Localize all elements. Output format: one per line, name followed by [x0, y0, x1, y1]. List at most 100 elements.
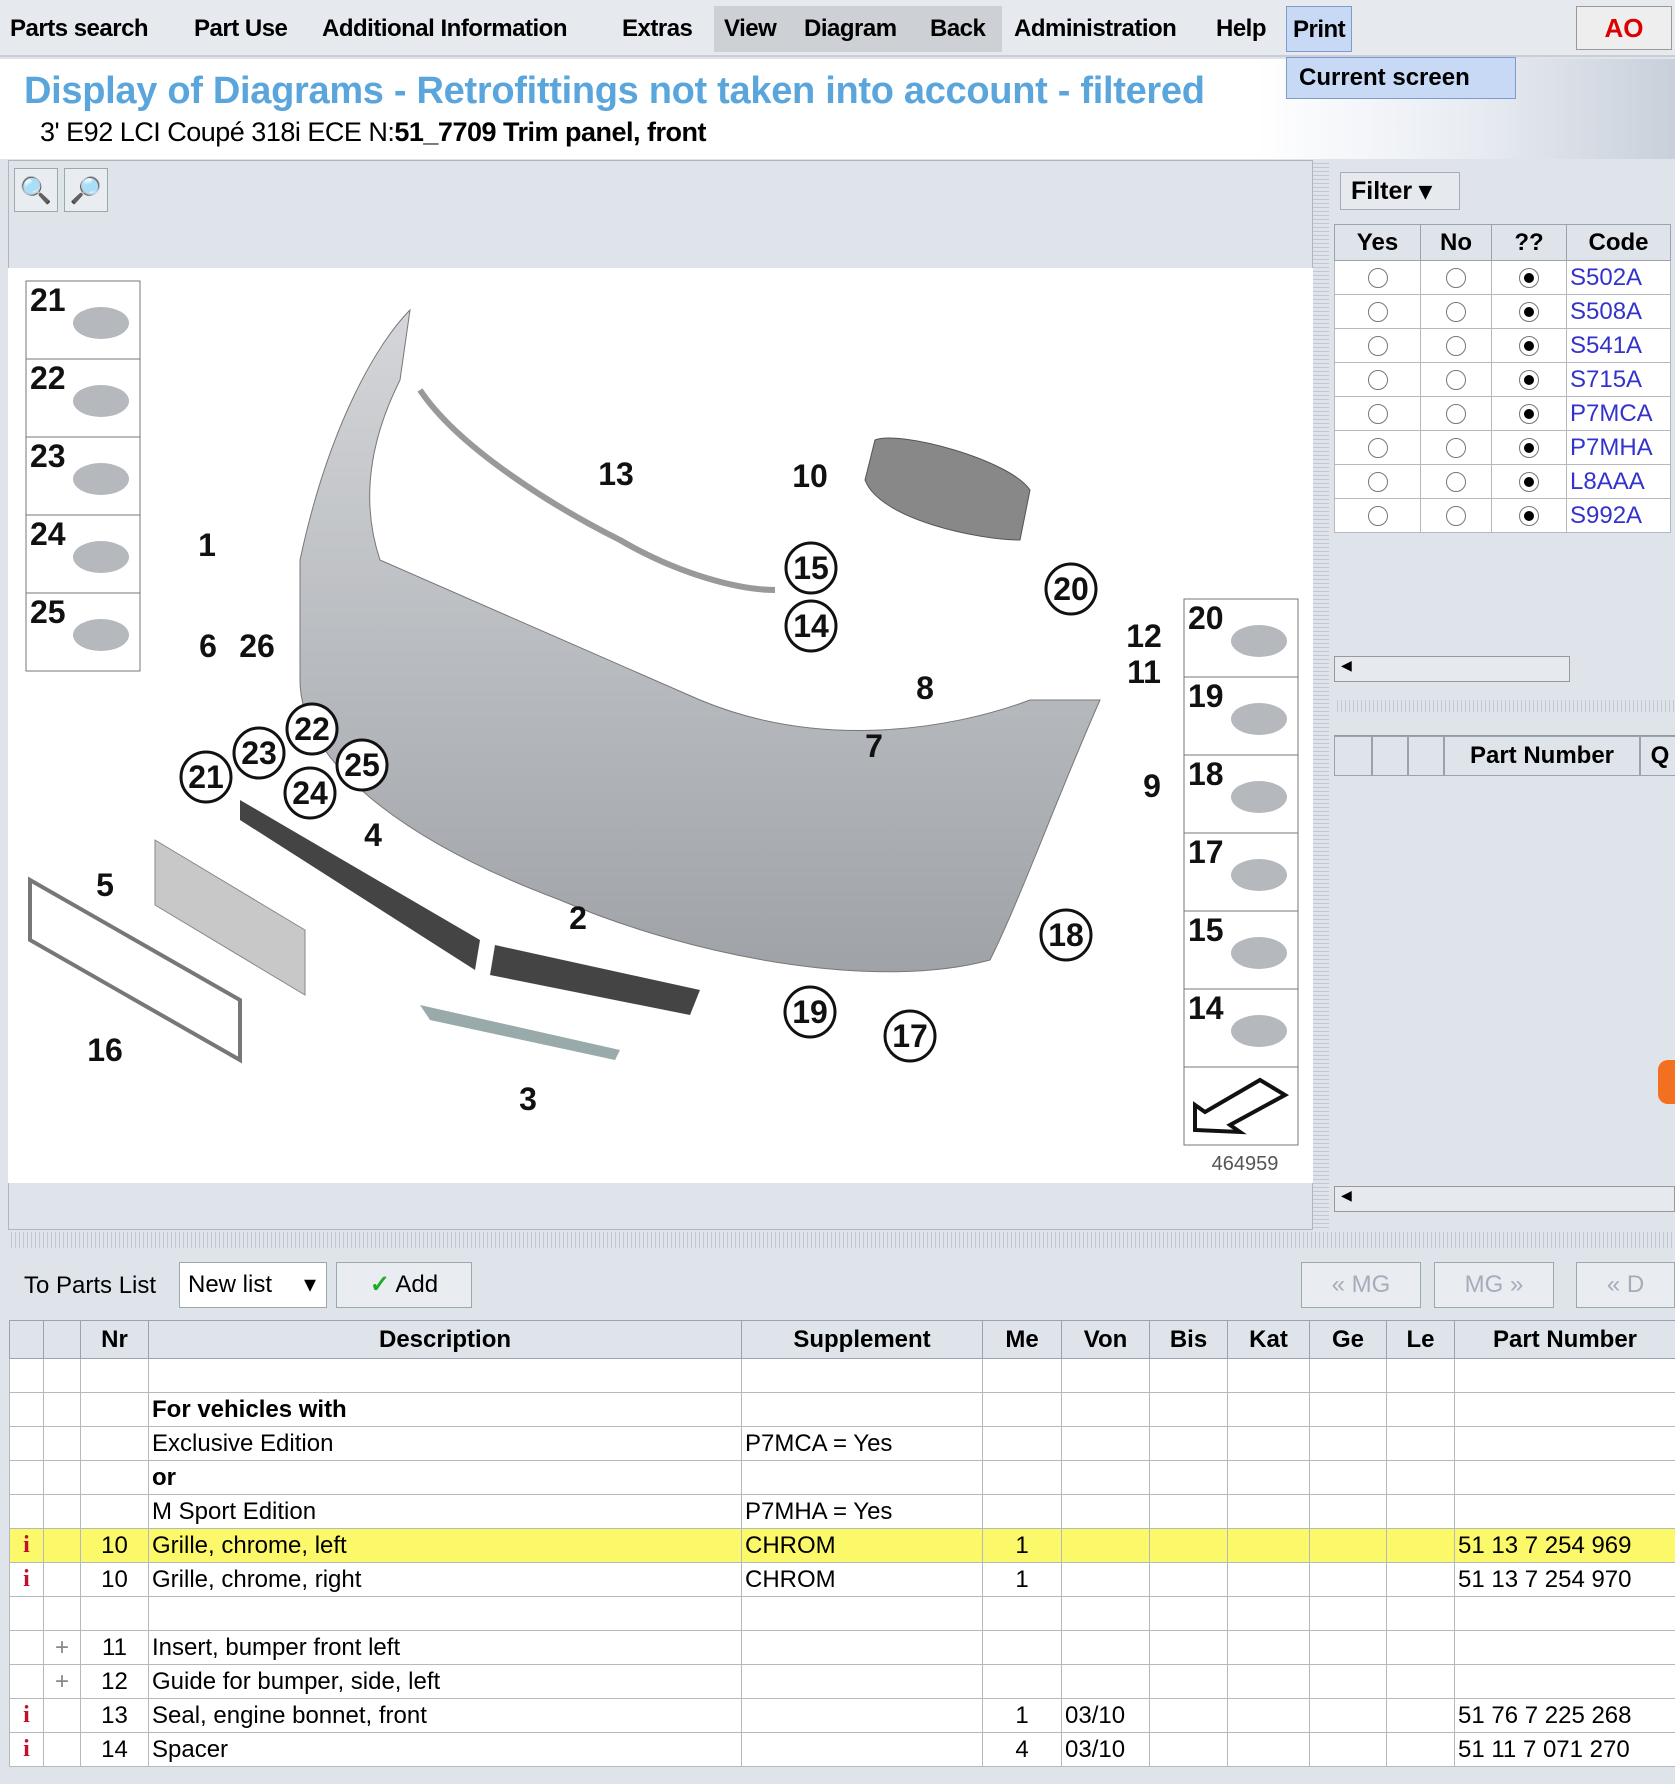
col-unknown[interactable]: ??	[1491, 224, 1567, 261]
info-icon[interactable]: i	[9, 1732, 44, 1767]
parts-horizontal-scrollbar[interactable]: ◀	[1334, 1186, 1675, 1212]
callout-label[interactable]: 23	[241, 735, 277, 771]
table-row[interactable]: For vehicles with	[9, 1392, 1675, 1427]
column-header[interactable]: Le	[1386, 1320, 1455, 1359]
filter-button[interactable]: Filter ▾	[1340, 172, 1460, 210]
callout-label[interactable]: 22	[294, 711, 330, 747]
column-header[interactable]: Description	[148, 1320, 742, 1359]
menu-extras[interactable]: Extras	[616, 6, 698, 52]
menu-help[interactable]: Help	[1210, 6, 1272, 52]
radio-unknown[interactable]	[1519, 472, 1539, 493]
table-row[interactable]: Exclusive Edition P7MCA = Yes	[9, 1426, 1675, 1461]
radio-unknown[interactable]	[1519, 268, 1539, 289]
column-header[interactable]: Ge	[1309, 1320, 1387, 1359]
code-link[interactable]: S541A	[1566, 328, 1671, 363]
radio-yes[interactable]	[1367, 268, 1388, 289]
menu-additional-information[interactable]: Additional Information	[316, 6, 573, 52]
radio-unknown[interactable]	[1519, 336, 1539, 357]
column-header[interactable]: Bis	[1149, 1320, 1228, 1359]
radio-no[interactable]	[1446, 336, 1466, 357]
radio-no[interactable]	[1446, 302, 1466, 323]
menu-part-use[interactable]: Part Use	[188, 6, 293, 52]
radio-yes[interactable]	[1367, 438, 1388, 459]
info-icon[interactable]: i	[9, 1562, 44, 1597]
side-tab[interactable]	[1658, 1060, 1675, 1104]
column-header[interactable]: Von	[1061, 1320, 1150, 1359]
column-header[interactable]: Supplement	[741, 1320, 983, 1359]
menu-view[interactable]: View	[718, 6, 782, 52]
callout-label[interactable]: 5	[96, 867, 114, 903]
info-icon[interactable]: i	[9, 1528, 44, 1563]
callout-label[interactable]: 19	[792, 994, 828, 1030]
radio-yes[interactable]	[1367, 404, 1388, 425]
callout-label[interactable]: 1	[198, 527, 216, 563]
menu-diagram[interactable]: Diagram	[798, 6, 903, 52]
callout-label[interactable]: 20	[1053, 571, 1089, 607]
callout-label[interactable]: 24	[292, 775, 328, 811]
callout-label[interactable]: 11	[1127, 654, 1161, 690]
callout-label[interactable]: 7	[865, 728, 883, 764]
column-header[interactable]	[9, 1320, 44, 1359]
radio-yes[interactable]	[1367, 370, 1388, 391]
radio-no[interactable]	[1446, 404, 1466, 425]
menu-back[interactable]: Back	[924, 6, 991, 52]
prev-mg-button[interactable]: « MG	[1301, 1262, 1421, 1308]
radio-no[interactable]	[1446, 472, 1466, 493]
callout-label[interactable]: 21	[188, 759, 224, 795]
callout-label[interactable]: 17	[892, 1018, 928, 1054]
radio-unknown[interactable]	[1519, 506, 1539, 527]
radio-unknown[interactable]	[1519, 370, 1539, 391]
table-row[interactable]: i 10 Grille, chrome, left CHROM 1 51 13 7 254…	[9, 1528, 1675, 1563]
zoom-out-button[interactable]: 🔎	[64, 168, 108, 212]
callout-label[interactable]: 13	[598, 456, 634, 492]
table-row[interactable]: i 13 Seal, engine bonnet, front 1 03/10 51 76…	[9, 1698, 1675, 1733]
callout-label[interactable]: 15	[793, 550, 829, 586]
table-row[interactable]: or	[9, 1460, 1675, 1495]
parts-list-select[interactable]: New list ▾	[179, 1262, 327, 1308]
prev-d-button[interactable]: « D	[1576, 1262, 1675, 1308]
print-current-screen[interactable]: Current screen	[1286, 57, 1516, 99]
add-button[interactable]: ✓ Add	[336, 1262, 472, 1308]
callout-label[interactable]: 12	[1126, 618, 1162, 654]
column-header[interactable]: Me	[982, 1320, 1062, 1359]
info-icon[interactable]: i	[9, 1698, 44, 1733]
code-link[interactable]: P7MCA	[1566, 396, 1671, 431]
table-row[interactable]: i 10 Grille, chrome, right CHROM 1 51 13 7 25…	[9, 1562, 1675, 1597]
radio-yes[interactable]	[1367, 506, 1388, 527]
callout-label[interactable]: 18	[1048, 917, 1084, 953]
table-row[interactable]: i 14 Spacer 4 03/10 51 11 7 071 270	[9, 1732, 1675, 1767]
vertical-splitter[interactable]	[1313, 160, 1329, 1230]
code-link[interactable]: S502A	[1566, 260, 1671, 295]
radio-unknown[interactable]	[1519, 404, 1539, 425]
table-row[interactable]: +11 Insert, bumper front left	[9, 1630, 1675, 1665]
next-mg-button[interactable]: MG »	[1434, 1262, 1554, 1308]
menu-parts-search[interactable]: Parts search	[4, 6, 154, 52]
column-header[interactable]: Part Number	[1454, 1320, 1675, 1359]
col-no[interactable]: No	[1420, 224, 1492, 261]
diagram-canvas[interactable]: 1 13 10 15 14 20 12 11 8 7 9 6 26 22 23 25 21 24 4 5 2 18 19 17…	[8, 268, 1313, 1183]
column-header[interactable]	[43, 1320, 81, 1359]
zoom-in-button[interactable]: 🔍	[14, 168, 58, 212]
col-code[interactable]: Code	[1566, 224, 1671, 261]
horizontal-splitter[interactable]	[8, 1232, 1675, 1248]
radio-unknown[interactable]	[1519, 438, 1539, 459]
code-link[interactable]: S715A	[1566, 362, 1671, 397]
menu-print[interactable]: Print	[1286, 6, 1353, 52]
callout-label[interactable]: 14	[793, 608, 829, 644]
code-link[interactable]: S508A	[1566, 294, 1671, 329]
filter-horizontal-scrollbar[interactable]: ◀	[1334, 656, 1570, 682]
callout-label[interactable]: 3	[519, 1081, 537, 1117]
radio-no[interactable]	[1446, 268, 1466, 289]
callout-label[interactable]: 9	[1143, 768, 1161, 804]
radio-no[interactable]	[1446, 438, 1466, 459]
table-row[interactable]: M Sport Edition P7MHA = Yes	[9, 1494, 1675, 1529]
logo-button[interactable]: AO	[1576, 6, 1672, 50]
code-link[interactable]: S992A	[1566, 498, 1671, 533]
callout-label[interactable]: 2	[569, 900, 587, 936]
radio-no[interactable]	[1446, 506, 1466, 527]
table-row[interactable]: +12 Guide for bumper, side, left	[9, 1664, 1675, 1699]
callout-label[interactable]: 26	[239, 628, 275, 664]
radio-yes[interactable]	[1367, 302, 1388, 323]
table-row[interactable]	[9, 1596, 1675, 1631]
radio-no[interactable]	[1446, 370, 1466, 391]
